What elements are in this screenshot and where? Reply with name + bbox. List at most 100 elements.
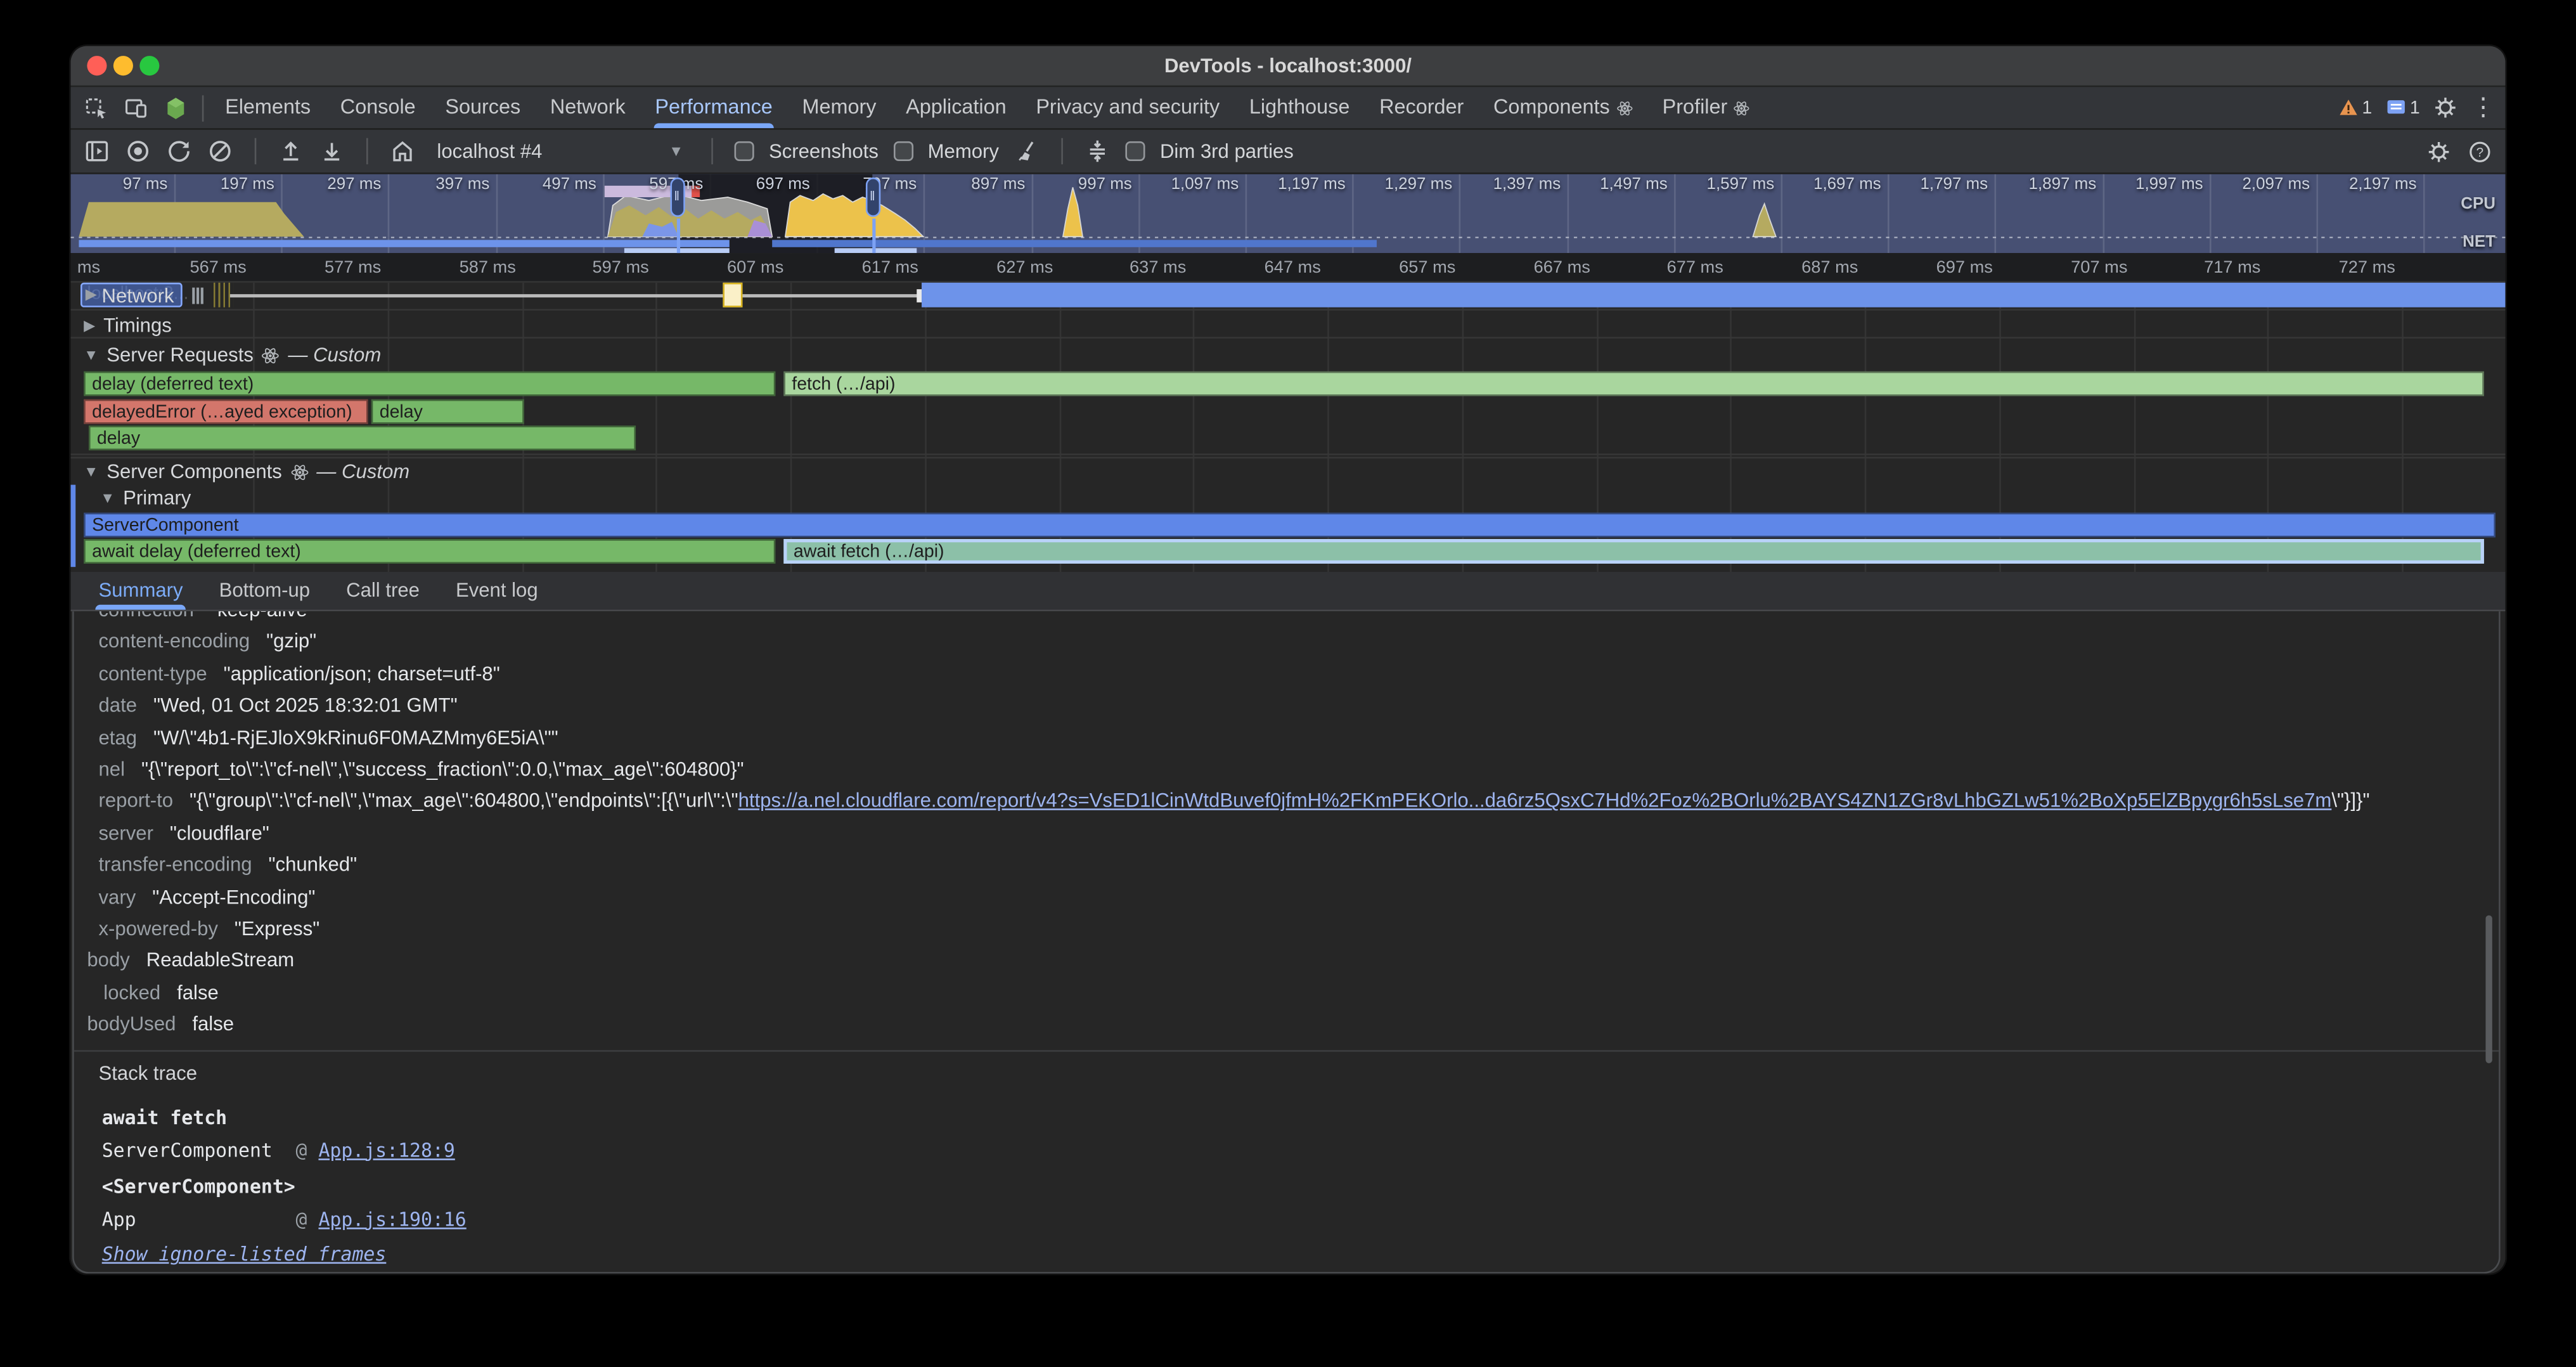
flame-chart[interactable]: ms 567 ms577 ms587 ms597 ms607 ms617 ms6… xyxy=(70,253,2505,572)
details-tabbar: Summary Bottom-up Call tree Event log xyxy=(70,572,2505,611)
property-key: report-to xyxy=(99,789,174,812)
drag-handle-icon[interactable] xyxy=(190,285,203,305)
more-options-icon[interactable]: ⋮ xyxy=(2471,94,2496,120)
tab-console[interactable]: Console xyxy=(325,87,430,128)
flame-bar[interactable]: fetch (…/api) xyxy=(783,372,2484,396)
record-icon[interactable] xyxy=(125,138,151,164)
cpu-lane-label: CPU xyxy=(2461,195,2496,214)
overview-tick-label: 697 ms xyxy=(714,176,809,194)
tab-summary[interactable]: Summary xyxy=(80,572,201,610)
window-title: DevTools - localhost:3000/ xyxy=(70,46,2505,86)
memory-label[interactable]: Memory xyxy=(928,139,999,162)
overview-tick-label: 1,697 ms xyxy=(1786,176,1881,194)
property-row: vary"Accept-Encoding" xyxy=(74,882,2499,914)
scrollbar-thumb[interactable] xyxy=(2485,916,2492,1063)
selection-left-handle[interactable]: ‖ xyxy=(670,178,685,217)
selection-right-handle[interactable]: ‖ xyxy=(866,178,880,217)
tab-event-log[interactable]: Event log xyxy=(437,572,556,610)
overview-tick-label: 2,097 ms xyxy=(2215,176,2310,194)
toggle-sidebar-icon[interactable] xyxy=(84,138,110,164)
tab-application[interactable]: Application xyxy=(891,87,1021,128)
primary-group-header[interactable]: ▼Primary xyxy=(100,486,191,509)
clear-icon[interactable] xyxy=(207,138,233,164)
report-to-link[interactable]: https://a.nel.cloudflare.com/report/v4?s… xyxy=(738,789,2332,812)
collapse-triangle-icon: ▼ xyxy=(100,489,115,506)
collect-garbage-icon[interactable] xyxy=(1014,138,1040,164)
property-row: bodyReadableStream xyxy=(74,945,2499,977)
screenshots-checkbox[interactable] xyxy=(735,141,754,161)
source-location-link[interactable]: App.js:128:9 xyxy=(318,1138,454,1161)
stack-trace-frames: await fetchServerComponent@ App.js:128:9… xyxy=(102,1098,467,1272)
overview-tick-label: 197 ms xyxy=(179,176,274,194)
network-track-header[interactable]: ▶Network xyxy=(80,283,203,308)
ruler-tick-label: 637 ms xyxy=(1101,258,1187,278)
screenshots-label[interactable]: Screenshots xyxy=(769,139,879,162)
flame-bar[interactable]: await delay (deferred text) xyxy=(84,539,775,564)
history-select[interactable]: localhost #4 ▼ xyxy=(430,139,690,162)
overview-tick-label: 97 ms xyxy=(72,176,167,194)
flame-bar[interactable]: delay xyxy=(371,399,524,424)
tab-call-tree[interactable]: Call tree xyxy=(328,572,438,610)
flame-bar[interactable]: delayedError (…ayed exception) xyxy=(84,399,368,424)
tab-components[interactable]: Components xyxy=(1479,87,1648,128)
download-profile-icon[interactable] xyxy=(319,138,345,164)
issues-badge[interactable]: 1 xyxy=(2385,97,2420,119)
timings-track-header[interactable]: ▶Timings xyxy=(84,314,172,337)
capture-settings-gear-icon[interactable] xyxy=(2426,139,2451,164)
section-divider xyxy=(74,1050,2499,1052)
device-toolbar-icon[interactable] xyxy=(123,94,149,120)
collapse-triangle-icon: ▼ xyxy=(84,463,98,480)
property-key: body xyxy=(87,949,129,971)
tab-network[interactable]: Network xyxy=(536,87,640,128)
ruler-unit: ms xyxy=(77,258,127,278)
property-key: etag xyxy=(99,725,138,748)
compress-icon[interactable] xyxy=(1085,138,1111,164)
tab-elements[interactable]: Elements xyxy=(210,87,326,128)
summary-pane: connection"keep-alive"content-encoding"g… xyxy=(70,611,2505,1274)
flame-bar[interactable]: ServerComponent xyxy=(84,513,2496,538)
memory-checkbox[interactable] xyxy=(893,141,913,161)
overview-tick-label: 297 ms xyxy=(286,176,381,194)
warnings-badge[interactable]: 1 xyxy=(2338,97,2373,119)
tab-lighthouse[interactable]: Lighthouse xyxy=(1235,87,1365,128)
overview-tick-label: 1,497 ms xyxy=(1572,176,1667,194)
timeline-overview[interactable]: 97 ms197 ms297 ms397 ms497 ms597 ms697 m… xyxy=(70,174,2505,253)
extension-icon[interactable] xyxy=(163,94,189,120)
inspect-icon[interactable] xyxy=(84,94,110,120)
property-value: "chunked" xyxy=(268,853,357,876)
flame-bar[interactable]: delay (deferred text) xyxy=(84,372,775,396)
event-details-card: connection"keep-alive"content-encoding"g… xyxy=(72,611,2501,1274)
ruler-tick-label: 587 ms xyxy=(430,258,516,278)
network-request-bar[interactable] xyxy=(922,283,2506,308)
tab-performance[interactable]: Performance xyxy=(640,87,787,128)
tab-bottom-up[interactable]: Bottom-up xyxy=(201,572,328,610)
titlebar: DevTools - localhost:3000/ xyxy=(70,46,2505,87)
show-ignore-listed-frames-link[interactable]: Show ignore-listed frames xyxy=(102,1243,387,1266)
source-location-link[interactable]: App.js:190:16 xyxy=(318,1207,466,1230)
history-select-value: localhost #4 xyxy=(437,139,542,162)
settings-gear-icon[interactable] xyxy=(2433,95,2458,120)
tab-profiler[interactable]: Profiler xyxy=(1647,87,1765,128)
flame-bar[interactable]: await fetch (…/api) xyxy=(783,539,2484,564)
ruler-tick-label: 657 ms xyxy=(1370,258,1456,278)
tab-memory[interactable]: Memory xyxy=(787,87,891,128)
tab-sources[interactable]: Sources xyxy=(430,87,536,128)
server-components-track-header[interactable]: ▼Server Components — Custom xyxy=(84,460,409,483)
property-value: "{\"group\":\"cf-nel\",\"max_age\":60480… xyxy=(190,789,2369,812)
overview-tick-label: 1,097 ms xyxy=(1143,176,1239,194)
tab-privacy-security[interactable]: Privacy and security xyxy=(1021,87,1235,128)
dim-3rd-parties-checkbox[interactable] xyxy=(1126,141,1145,161)
divider xyxy=(202,94,204,120)
tab-recorder[interactable]: Recorder xyxy=(1365,87,1479,128)
chevron-down-icon: ▼ xyxy=(669,143,683,159)
upload-profile-icon[interactable] xyxy=(278,138,304,164)
help-icon[interactable]: ? xyxy=(2468,139,2492,164)
server-requests-track-header[interactable]: ▼Server Requests — Custom xyxy=(84,344,381,366)
network-request-tick xyxy=(917,289,922,302)
reload-record-icon[interactable] xyxy=(166,138,192,164)
ruler-tick-label: 577 ms xyxy=(296,258,382,278)
flame-bar[interactable]: delay xyxy=(89,425,636,450)
dim-3rd-parties-label[interactable]: Dim 3rd parties xyxy=(1160,139,1294,162)
home-icon[interactable] xyxy=(389,138,415,164)
network-request-small[interactable] xyxy=(723,283,742,308)
